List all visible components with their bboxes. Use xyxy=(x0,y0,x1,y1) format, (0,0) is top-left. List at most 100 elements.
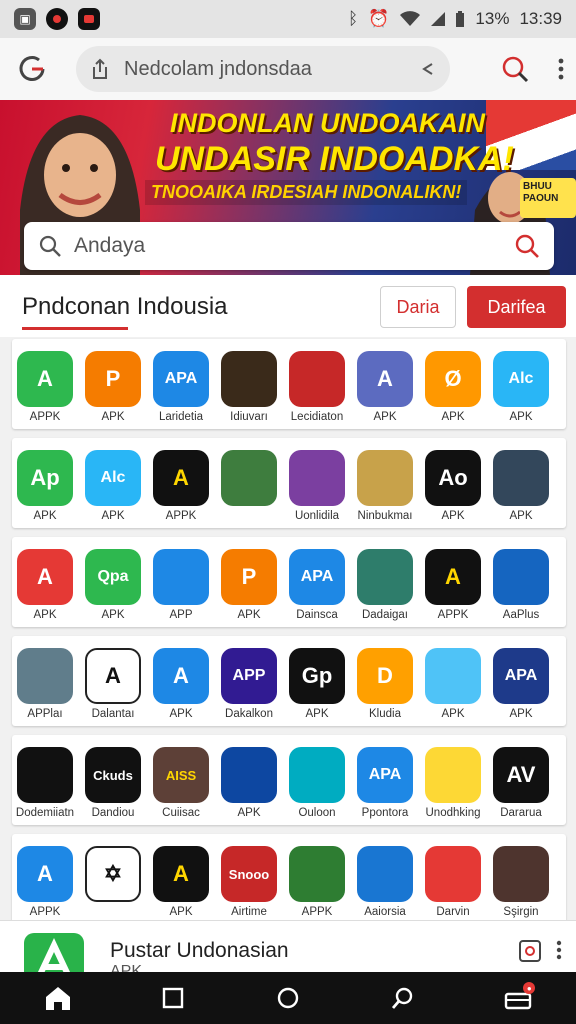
app-icon: A xyxy=(85,648,141,704)
app-label: Darvin xyxy=(436,906,470,918)
app-label: APK xyxy=(33,609,57,621)
app-tile[interactable]: Dadaigaı xyxy=(354,549,416,627)
app-label: APK xyxy=(441,708,465,720)
filter-button-outline[interactable]: Daria xyxy=(380,286,456,328)
notification-icon: ▣ xyxy=(14,8,36,30)
app-tile[interactable]: APA Laridetia xyxy=(150,351,212,429)
app-tile[interactable]: AV Dararua xyxy=(490,747,552,825)
bluetooth-icon: ᛒ xyxy=(348,9,359,28)
app-tile[interactable]: A APPK xyxy=(14,846,76,920)
app-tile[interactable] xyxy=(218,450,280,528)
app-label: APK xyxy=(509,510,533,522)
app-label: APPK xyxy=(437,609,469,621)
app-tile[interactable]: A APPK xyxy=(150,450,212,528)
url-text[interactable]: Nedcolam jndonsdaa xyxy=(124,58,420,81)
app-tile[interactable]: A Dalantaı xyxy=(82,648,144,726)
app-tile[interactable]: Ao APK xyxy=(422,450,484,528)
section-title: Pndconan Indousia xyxy=(22,293,228,320)
app-icon: Gp xyxy=(289,648,345,704)
app-tile[interactable]: Ap APK xyxy=(14,450,76,528)
app-label: APPK xyxy=(29,411,61,423)
app-tile[interactable]: A APK xyxy=(150,846,212,920)
app-icon: A xyxy=(17,846,73,902)
app-tile[interactable]: A APPK xyxy=(422,549,484,627)
square-icon xyxy=(162,987,183,1009)
app-tile[interactable]: APK xyxy=(218,747,280,825)
app-tile[interactable]: ✡ xyxy=(82,846,144,920)
app-tile[interactable]: Ckuds Dandiou xyxy=(82,747,144,825)
app-tile[interactable]: Ouloon xyxy=(286,747,348,825)
app-tile[interactable]: APK xyxy=(490,450,552,528)
menu-icon[interactable] xyxy=(558,58,564,80)
app-tile[interactable]: Ø APK xyxy=(422,351,484,429)
app-tile[interactable]: APA Ppontora xyxy=(354,747,416,825)
app-tile[interactable]: P APK xyxy=(218,549,280,627)
app-label: Ninbukmaı xyxy=(357,510,413,522)
app-tile[interactable]: Dodemiiatn xyxy=(14,747,76,825)
app-tile[interactable]: Gp APK xyxy=(286,648,348,726)
app-tile[interactable]: Unodhking xyxy=(422,747,484,825)
app-tile[interactable]: APPK xyxy=(286,846,348,920)
app-tile[interactable]: P APK xyxy=(82,351,144,429)
app-tile[interactable]: Alc APK xyxy=(82,450,144,528)
app-tile[interactable]: Uonlidila xyxy=(286,450,348,528)
bottom-card-title: Pustar Undonasian xyxy=(110,939,289,962)
notifications-button[interactable]: ● xyxy=(493,976,543,1020)
more-options-icon[interactable] xyxy=(556,940,562,960)
app-tile[interactable]: A APPK xyxy=(14,351,76,429)
browser-logo-icon[interactable] xyxy=(12,49,52,89)
app-label: APK xyxy=(509,411,533,423)
app-tile[interactable]: APA Dainsca xyxy=(286,549,348,627)
app-tile[interactable]: APA APK xyxy=(490,648,552,726)
app-icon xyxy=(289,351,345,407)
home-icon xyxy=(45,987,70,1010)
app-tile[interactable]: Sşirgin xyxy=(490,846,552,920)
search-nav-button[interactable] xyxy=(378,976,428,1020)
search-icon[interactable] xyxy=(500,54,530,84)
app-label: APK xyxy=(169,708,193,720)
app-tile[interactable]: Qpa APK xyxy=(82,549,144,627)
app-tile[interactable]: AISS Cuiisac xyxy=(150,747,212,825)
banner-tagline: TNOOAIKA IRDESIAH INDONALIKN! xyxy=(145,180,468,205)
camera-icon[interactable] xyxy=(518,937,542,963)
app-tile[interactable]: APPlaı xyxy=(14,648,76,726)
promo-banner[interactable]: INDONLAN UNDOAKAIN UNDASIR INDOADKA! TNO… xyxy=(0,100,576,275)
app-icon: AISS xyxy=(153,747,209,803)
home-button[interactable] xyxy=(33,976,83,1020)
url-field[interactable]: Nedcolam jndonsdaa xyxy=(76,46,450,92)
app-tile[interactable]: Idiuvarı xyxy=(218,351,280,429)
app-tile[interactable]: Alc APK xyxy=(490,351,552,429)
search-submit-icon[interactable] xyxy=(514,233,540,259)
app-icon: A xyxy=(17,351,73,407)
app-tile[interactable]: A APK xyxy=(14,549,76,627)
app-tile[interactable]: D Kludia xyxy=(354,648,416,726)
app-label: APPK xyxy=(29,906,61,918)
app-tile[interactable]: APP Dakalkon xyxy=(218,648,280,726)
app-tile[interactable]: Aaiorsia xyxy=(354,846,416,920)
app-label: APK xyxy=(441,411,465,423)
app-tile[interactable]: APK xyxy=(422,648,484,726)
edit-icon[interactable] xyxy=(420,61,436,77)
banner-search-input[interactable]: Andaya xyxy=(74,234,514,258)
app-tile[interactable]: AaPlus xyxy=(490,549,552,627)
app-icon xyxy=(221,450,277,506)
circle-button[interactable] xyxy=(263,976,313,1020)
notification-badge-icon: ● xyxy=(523,982,536,994)
app-label: APK xyxy=(33,510,57,522)
recents-button[interactable] xyxy=(148,976,198,1020)
banner-search-box[interactable]: Andaya xyxy=(24,222,554,270)
app-tile[interactable]: A APK xyxy=(150,648,212,726)
search-icon xyxy=(39,235,61,257)
filter-button-filled[interactable]: Darifea xyxy=(467,286,566,328)
section-title-underline xyxy=(22,327,128,330)
app-tile[interactable]: Snooo Airtime xyxy=(218,846,280,920)
app-tile[interactable]: Ninbukmaı xyxy=(354,450,416,528)
app-tile[interactable]: Lecidiaton xyxy=(286,351,348,429)
app-tile[interactable]: APP xyxy=(150,549,212,627)
app-tile[interactable]: Darvin xyxy=(422,846,484,920)
app-label: Dainsca xyxy=(296,609,338,621)
bottom-app-card[interactable]: Pustar Undonasian APK xyxy=(0,920,576,972)
app-tile[interactable]: A APK xyxy=(354,351,416,429)
share-icon[interactable] xyxy=(90,58,110,80)
app-icon: APP xyxy=(221,648,277,704)
